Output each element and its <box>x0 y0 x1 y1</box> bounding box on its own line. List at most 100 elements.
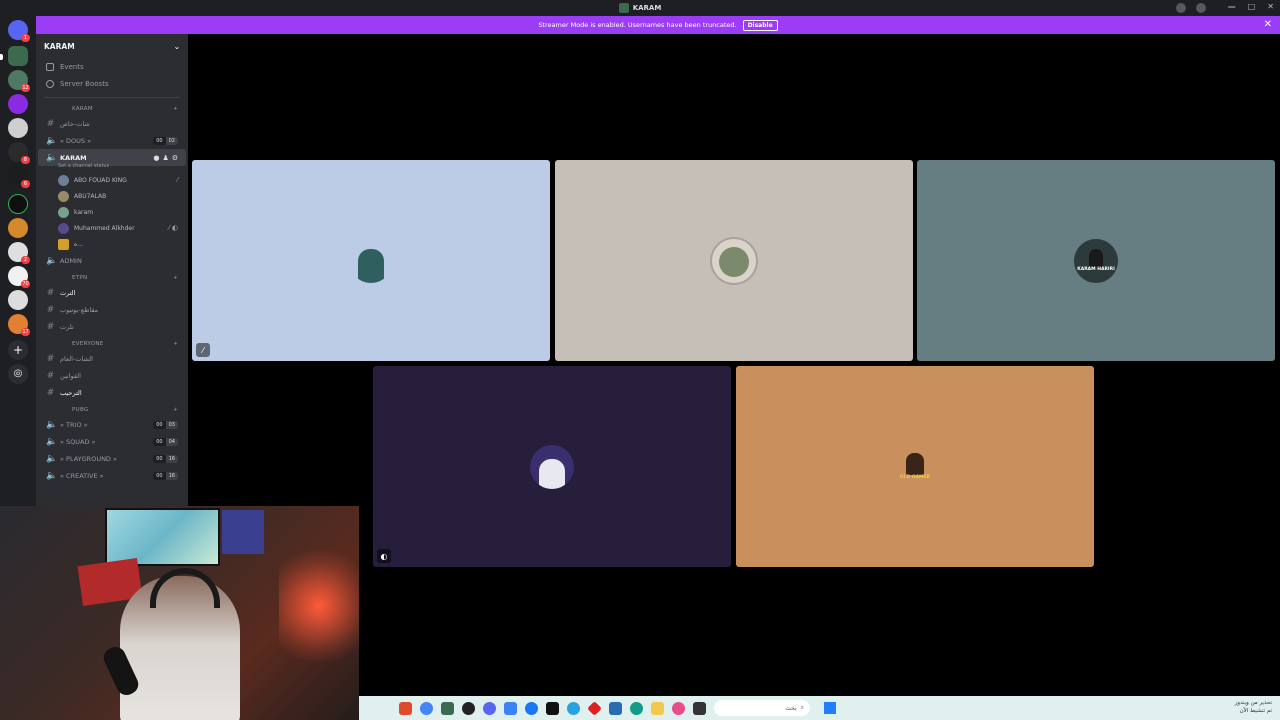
voice-channel-dous[interactable]: 🔈 « DOUS » 00 02 <box>38 132 186 149</box>
discover-icon[interactable]: ◎ <box>8 364 28 384</box>
server-icon[interactable]: 70 <box>8 266 30 288</box>
deafened-icon: ⁄ ◐ <box>168 224 178 232</box>
text-channel[interactable]: # مقاطع-يوتيوب <box>38 301 186 318</box>
guild-header[interactable]: KARAM ⌄ <box>36 34 188 58</box>
facebook-icon[interactable] <box>525 701 538 715</box>
participant-avatar <box>349 238 393 283</box>
text-channel[interactable]: # القوانين <box>38 367 186 384</box>
text-channel[interactable]: # الترحيب <box>38 384 186 401</box>
muted-mic-icon: ⁄ <box>176 176 178 184</box>
taskbar-app-icon[interactable] <box>587 700 602 716</box>
text-channel[interactable]: # شات-خاص <box>38 115 186 132</box>
title-bar: KARAM — □ ✕ <box>0 0 1280 16</box>
hash-icon: # <box>46 387 55 398</box>
maximize-button[interactable]: □ <box>1248 2 1256 11</box>
server-list: 1 12 8 6 2 70 17 + ◎ <box>0 16 36 506</box>
chrome-icon[interactable] <box>420 701 433 715</box>
channel-status[interactable]: Set a channel status <box>36 163 188 172</box>
voice-channel-trio[interactable]: 🔈 « TRIO » 00 03 <box>38 416 186 433</box>
server-pip <box>0 54 3 60</box>
settings-gear-icon[interactable]: ⚙ <box>172 154 178 162</box>
inbox-icon[interactable] <box>1176 3 1186 13</box>
voice-member[interactable]: Muhammed Alkhder ⁄ ◐ <box>36 220 188 236</box>
chevron-down-icon[interactable]: ⌄ <box>174 42 180 51</box>
server-icon[interactable]: 6 <box>8 166 30 188</box>
voice-tile[interactable]: ◐ <box>373 366 731 567</box>
chat-icon[interactable]: ● <box>153 154 159 162</box>
banner-text: Streamer Mode is enabled. Usernames have… <box>538 21 737 29</box>
add-channel-icon[interactable]: + <box>173 275 178 281</box>
search-box[interactable]: بحث ⌕ <box>714 700 810 716</box>
text-channel[interactable]: # الشات-العام <box>38 350 186 367</box>
user-limit-badge: 00 16 <box>153 454 178 463</box>
app-icon <box>618 3 629 13</box>
taskbar: بحث ⌕ تحذير من ويندوز تم تنشيط الآن <box>359 696 1280 720</box>
taskbar-app-icon[interactable] <box>567 701 580 715</box>
server-icon[interactable] <box>8 94 28 114</box>
minimize-button[interactable]: — <box>1228 2 1236 11</box>
taskbar-app-icon[interactable] <box>399 701 412 715</box>
voice-member[interactable]: ه... <box>36 236 188 252</box>
security-icon[interactable] <box>504 701 517 715</box>
server-icon[interactable] <box>8 118 28 138</box>
notification-tray[interactable]: تحذير من ويندوز تم تنشيط الآن <box>1235 699 1272 715</box>
server-icon[interactable]: 8 <box>8 142 30 164</box>
server-icon[interactable]: 12 <box>8 70 30 92</box>
voice-member[interactable]: karam <box>36 204 188 220</box>
server-icon-karam[interactable] <box>8 46 28 66</box>
help-icon[interactable] <box>1196 3 1206 13</box>
add-server-button[interactable]: + <box>8 340 28 360</box>
voice-tile[interactable]: OLD GAMER <box>736 366 1094 567</box>
channel-sidebar: KARAM ⌄ Events Server Boosts KARAM + # شات… <box>36 34 188 506</box>
voice-tile[interactable] <box>555 160 913 361</box>
hash-icon: # <box>46 321 55 332</box>
edge-icon[interactable] <box>630 701 643 715</box>
speaker-icon: 🔈 <box>46 152 58 163</box>
server-icon[interactable] <box>8 290 28 310</box>
voice-member[interactable]: ABU7ALAB <box>36 188 188 204</box>
nav-server-boosts[interactable]: Server Boosts <box>36 75 188 92</box>
add-channel-icon[interactable]: + <box>173 341 178 347</box>
user-limit-badge: 00 16 <box>153 471 178 480</box>
category-karam[interactable]: KARAM + <box>36 103 188 115</box>
hash-icon: # <box>46 118 55 129</box>
disable-streamer-mode-button[interactable]: Disable <box>742 19 778 31</box>
voice-channel-playground[interactable]: 🔈 « PLAYGROUND » 00 16 <box>38 450 186 467</box>
voice-tile[interactable]: KARAM HARIRI <box>917 160 1275 361</box>
muted-mic-icon: ⁄ <box>196 343 210 357</box>
voice-member[interactable]: ABO FOUAD KING ⁄ <box>36 172 188 188</box>
voice-tile[interactable]: ⁄ <box>192 160 550 361</box>
hash-icon: # <box>46 287 55 298</box>
voice-channel-squad[interactable]: 🔈 « SQUAD » 00 04 <box>38 433 186 450</box>
text-channel[interactable]: # الترت <box>38 284 186 301</box>
add-channel-icon[interactable]: + <box>173 407 178 413</box>
close-window-button[interactable]: ✕ <box>1267 2 1274 11</box>
add-channel-icon[interactable]: + <box>173 106 178 112</box>
server-icon[interactable] <box>8 218 28 238</box>
speaker-icon: 🔈 <box>46 436 58 447</box>
file-explorer-icon[interactable] <box>651 701 664 715</box>
tiktok-icon[interactable] <box>546 701 559 715</box>
taskbar-app-icon[interactable] <box>441 701 454 715</box>
category-etpn[interactable]: ETPN + <box>36 272 188 284</box>
voice-channel-creative[interactable]: 🔈 « CREATIVE » 00 16 <box>38 467 186 484</box>
invite-icon[interactable]: ♟ <box>162 154 168 162</box>
discord-icon[interactable] <box>483 701 496 715</box>
taskbar-app-icon[interactable] <box>609 701 622 715</box>
close-banner-icon[interactable]: ✕ <box>1264 19 1272 30</box>
taskbar-app-icon[interactable] <box>693 701 706 715</box>
windows-start-icon[interactable] <box>824 702 836 714</box>
voice-channel-admin[interactable]: 🔈 ADMIN <box>38 252 186 269</box>
category-pubg[interactable]: PUBG + <box>36 404 188 416</box>
server-icon[interactable]: 2 <box>8 242 30 264</box>
avatar <box>58 206 69 218</box>
taskbar-app-icon[interactable] <box>672 701 685 715</box>
home-button[interactable]: 1 <box>8 20 30 42</box>
server-icon[interactable]: 17 <box>8 314 30 336</box>
taskbar-app-icon[interactable] <box>462 701 475 715</box>
category-everyone[interactable]: EVERYONE + <box>36 338 188 350</box>
server-icon[interactable] <box>8 194 28 214</box>
text-channel[interactable]: # تلرت <box>38 318 186 335</box>
user-limit-badge: 00 03 <box>153 420 178 429</box>
nav-events[interactable]: Events <box>36 58 188 75</box>
